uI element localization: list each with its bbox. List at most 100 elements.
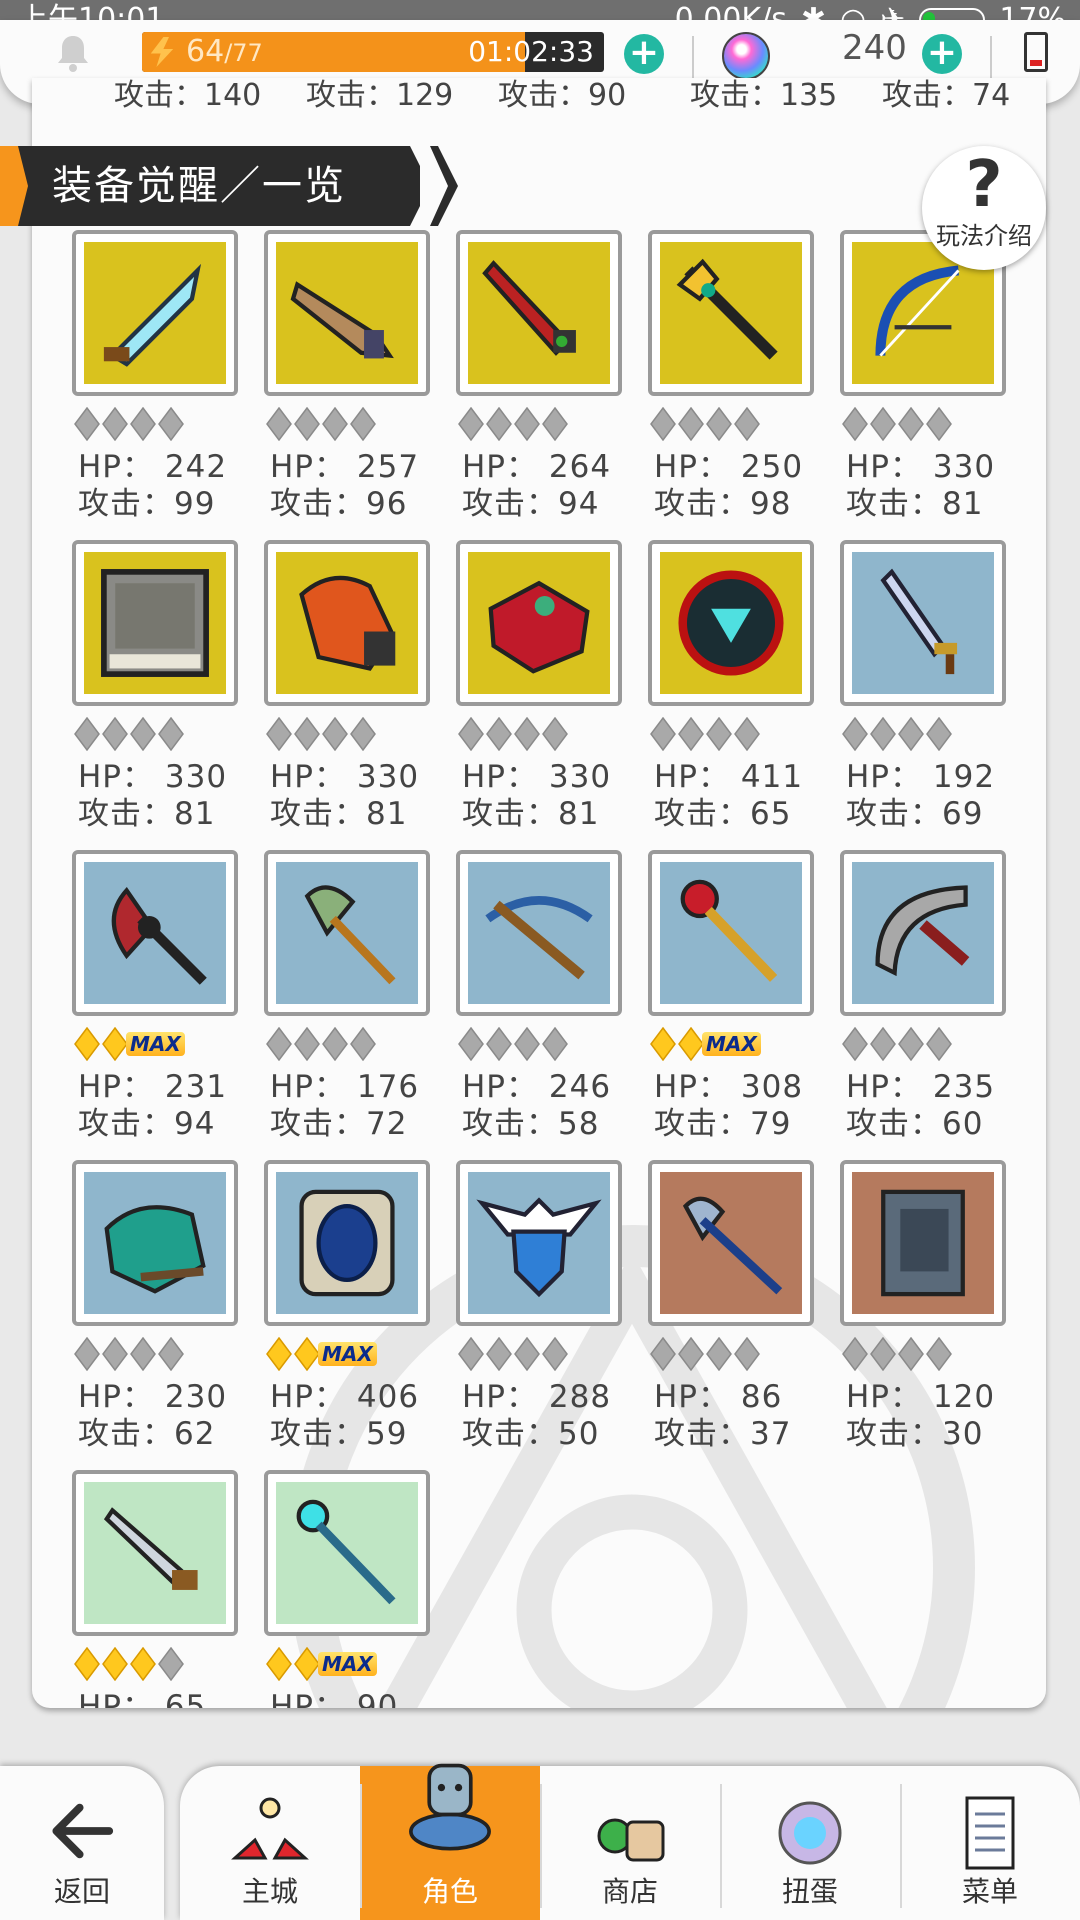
awaken-gem-empty-icon (266, 407, 292, 441)
equipment-thumbnail[interactable] (840, 850, 1006, 1016)
equipment-card[interactable]: HP： 330 攻击：81 (32, 466, 238, 832)
equipment-panel: 攻击：140 攻击：129 攻击：90 攻击：135 攻击：74 HP： 242 攻击：9… (32, 78, 1046, 1708)
awaken-level (458, 1336, 568, 1372)
equipment-thumbnail[interactable] (264, 540, 430, 706)
equipment-card[interactable]: HP： 411 攻击：65 (608, 466, 814, 832)
equipment-thumbnail[interactable] (264, 230, 430, 396)
awaken-gem-empty-icon (458, 717, 484, 751)
awaken-gem-empty-icon (102, 717, 128, 751)
nav-label: 菜单 (961, 1875, 1018, 1908)
awaken-gem-empty-icon (458, 407, 484, 441)
awaken-gem-empty-icon (842, 1337, 868, 1371)
equipment-thumbnail[interactable] (456, 1160, 622, 1326)
crimson-sword-icon (482, 260, 576, 356)
nav-item[interactable]: 菜单 (900, 1766, 1080, 1920)
awaken-gem-empty-icon (898, 407, 924, 441)
awaken-gem-empty-icon (542, 407, 568, 441)
awaken-gem-empty-icon (542, 1337, 568, 1371)
awaken-gem-empty-icon (266, 1027, 292, 1061)
awaken-gem-empty-icon (842, 717, 868, 751)
equipment-thumbnail[interactable] (264, 850, 430, 1016)
awaken-level (842, 716, 952, 752)
equipment-thumbnail[interactable] (72, 1160, 238, 1326)
equipment-card[interactable]: HP： 120 攻击：30 (800, 1086, 1006, 1452)
awaken-gem-empty-icon (266, 717, 292, 751)
awaken-gem-empty-icon (514, 407, 540, 441)
awaken-gem-empty-icon (706, 1337, 732, 1371)
awaken-level (842, 1026, 952, 1062)
dagger-icon (103, 1507, 198, 1590)
equipment-card[interactable]: HP： 250 攻击：98 (608, 156, 814, 522)
awaken-gem-empty-icon (678, 717, 704, 751)
nav-item[interactable]: 商店 (540, 1766, 720, 1920)
notification-bell-icon[interactable] (52, 32, 94, 74)
equipment-card[interactable]: HP： 288 攻击：50 (416, 1086, 622, 1452)
awaken-gem-empty-icon (514, 1337, 540, 1371)
help-label: 玩法介绍 (936, 222, 1032, 250)
green-axe-icon (304, 885, 396, 985)
equipment-card[interactable]: MAX HP： 406 攻击：59 (224, 1086, 430, 1452)
equipment-thumbnail[interactable] (264, 1160, 430, 1326)
flame-gauntlet-icon (299, 575, 396, 671)
awaken-gem-empty-icon (486, 717, 512, 751)
equipment-card[interactable]: MAXHP： 90攻击：22 (224, 1396, 430, 1708)
awaken-gem-empty-icon (294, 717, 320, 751)
back-button[interactable]: 返回 (0, 1766, 164, 1920)
hp-stat: HP： 90 (270, 1689, 399, 1708)
equipment-card[interactable]: HP： 176 攻击：72 (224, 776, 430, 1142)
equipment-thumbnail[interactable] (72, 850, 238, 1016)
equipment-thumbnail[interactable] (840, 540, 1006, 706)
nav-label: 商店 (601, 1875, 658, 1908)
awaken-gem-empty-icon (322, 717, 348, 751)
nav-item[interactable]: 扭蛋 (720, 1766, 900, 1920)
equipment-thumbnail[interactable] (840, 1160, 1006, 1326)
awaken-gem-empty-icon (294, 1027, 320, 1061)
awaken-gem-empty-icon (706, 407, 732, 441)
equipment-card[interactable]: HP： 235 攻击：60 (800, 776, 1006, 1142)
max-badge: MAX (318, 1652, 377, 1676)
awaken-level (842, 1336, 952, 1372)
nav-item[interactable]: 角色 (360, 1763, 540, 1920)
equipment-thumbnail[interactable] (648, 1160, 814, 1326)
nav-item[interactable]: 主城 (180, 1766, 360, 1920)
equipment-card[interactable]: HP： 86 攻击：37 (608, 1086, 814, 1452)
equipment-card[interactable]: MAX HP： 231 攻击：94 (32, 776, 238, 1142)
awaken-gem-filled-icon (650, 1027, 676, 1061)
awaken-level (74, 1336, 184, 1372)
equipment-thumbnail[interactable] (72, 540, 238, 706)
awaken-gem-empty-icon (514, 717, 540, 751)
equipment-card[interactable]: HP： 65攻击：24 (32, 1396, 238, 1708)
awaken-gem-empty-icon (130, 1337, 156, 1371)
equipment-thumbnail[interactable] (72, 1470, 238, 1636)
equipment-thumbnail[interactable] (72, 230, 238, 396)
awaken-gem-empty-icon (650, 1337, 676, 1371)
equipment-thumbnail[interactable] (456, 850, 622, 1016)
premium-orb-icon (722, 32, 770, 80)
awaken-gem-empty-icon (734, 1337, 760, 1371)
help-button[interactable]: ? 玩法介绍 (922, 146, 1046, 270)
red-axe-icon (111, 886, 207, 985)
awaken-gem-empty-icon (322, 407, 348, 441)
equipment-card[interactable]: HP： 192 攻击：69 (800, 466, 1006, 832)
bronze-sword-icon (290, 281, 394, 359)
equipment-card[interactable]: HP： 246 攻击：58 (416, 776, 622, 1142)
add-currency-button[interactable]: + (922, 34, 962, 74)
equipment-card[interactable]: MAX HP： 308 攻击：79 (608, 776, 814, 1142)
awaken-level (650, 1336, 760, 1372)
separator (692, 36, 694, 80)
add-stamina-button[interactable]: + (624, 34, 664, 74)
equipment-thumbnail[interactable] (648, 230, 814, 396)
equipment-thumbnail[interactable] (648, 850, 814, 1016)
equipment-thumbnail[interactable] (264, 1470, 430, 1636)
awaken-gem-empty-icon (734, 717, 760, 751)
awaken-gem-empty-icon (706, 717, 732, 751)
equipment-card[interactable]: HP： 230 攻击：62 (32, 1086, 238, 1452)
awaken-gem-empty-icon (158, 1337, 184, 1371)
equipment-card[interactable]: HP： 330 攻击：81 (416, 466, 622, 832)
awaken-gem-empty-icon (926, 1337, 952, 1371)
equipment-card[interactable]: HP： 330 攻击：81 (224, 466, 430, 832)
equipment-thumbnail[interactable] (456, 230, 622, 396)
equipment-thumbnail[interactable] (648, 540, 814, 706)
equipment-thumbnail[interactable] (456, 540, 622, 706)
awaken-gem-empty-icon (678, 1337, 704, 1371)
